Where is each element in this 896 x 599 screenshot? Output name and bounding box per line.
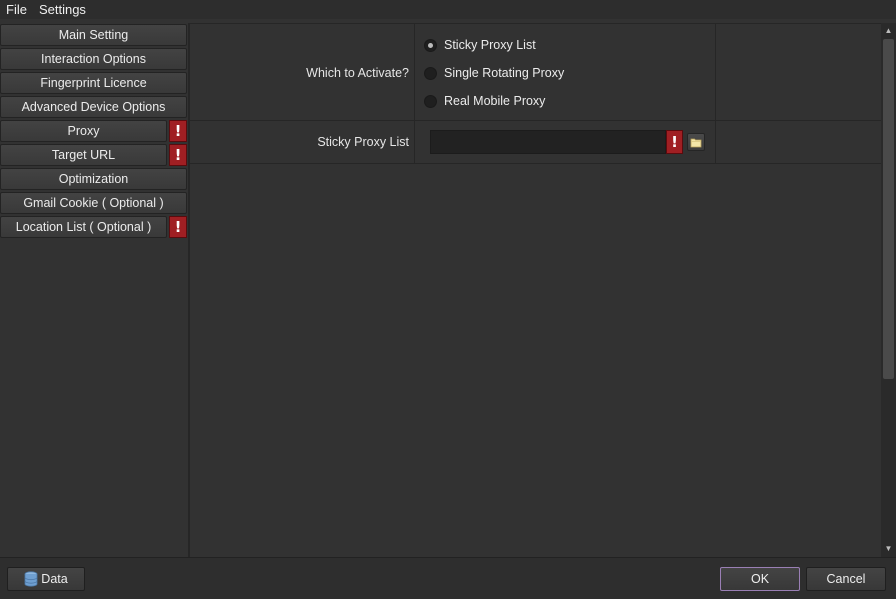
sidebar-item-proxy: Proxy ! xyxy=(0,120,188,143)
menu-bar: File Settings xyxy=(0,0,896,19)
grid-line xyxy=(190,163,881,164)
interaction-options-button[interactable]: Interaction Options xyxy=(0,48,187,70)
bottom-bar: Data OK Cancel xyxy=(0,557,896,599)
which-to-activate-label: Which to Activate? xyxy=(306,66,409,80)
radio-sticky-proxy-list[interactable]: Sticky Proxy List xyxy=(424,35,536,55)
advanced-device-options-button[interactable]: Advanced Device Options xyxy=(0,96,187,118)
radio-button[interactable] xyxy=(424,66,437,80)
cancel-button[interactable]: Cancel xyxy=(806,567,886,591)
sidebar-item-location-list: Location List ( Optional ) ! xyxy=(0,216,188,239)
target-url-button[interactable]: Target URL xyxy=(0,144,167,166)
sidebar-item-fingerprint-licence: Fingerprint Licence xyxy=(0,72,188,95)
grid-line xyxy=(190,120,881,121)
location-list-button[interactable]: Location List ( Optional ) xyxy=(0,216,167,238)
location-list-warning-icon: ! xyxy=(169,216,187,238)
menu-settings[interactable]: Settings xyxy=(33,1,92,19)
sidebar-item-optimization: Optimization xyxy=(0,168,188,191)
scroll-thumb[interactable] xyxy=(883,39,894,379)
folder-icon xyxy=(690,138,702,147)
scroll-up-arrow-icon[interactable]: ▲ xyxy=(881,24,896,37)
grid-line xyxy=(190,23,881,24)
ok-button[interactable]: OK xyxy=(720,567,800,591)
grid-line xyxy=(715,23,716,163)
gmail-cookie-button[interactable]: Gmail Cookie ( Optional ) xyxy=(0,192,187,214)
sidebar: Main Setting Interaction Options Fingerp… xyxy=(0,23,189,557)
sidebar-item-main-setting: Main Setting xyxy=(0,24,188,47)
sticky-proxy-list-input[interactable] xyxy=(430,130,666,154)
radio-label: Sticky Proxy List xyxy=(444,38,536,52)
main-setting-button[interactable]: Main Setting xyxy=(0,24,187,46)
sidebar-item-target-url: Target URL ! xyxy=(0,144,188,167)
sidebar-item-advanced-device-options: Advanced Device Options xyxy=(0,96,188,119)
proxy-button[interactable]: Proxy xyxy=(0,120,167,142)
vertical-scrollbar[interactable]: ▲ ▼ xyxy=(881,23,896,557)
data-button-label: Data xyxy=(41,572,68,586)
fingerprint-licence-button[interactable]: Fingerprint Licence xyxy=(0,72,187,94)
radio-label: Real Mobile Proxy xyxy=(444,94,546,108)
radio-button[interactable] xyxy=(424,94,437,108)
radio-button-checked[interactable] xyxy=(424,38,437,52)
sidebar-item-gmail-cookie: Gmail Cookie ( Optional ) xyxy=(0,192,188,215)
scroll-down-arrow-icon[interactable]: ▼ xyxy=(881,542,896,555)
database-icon xyxy=(24,571,38,587)
radio-single-rotating-proxy[interactable]: Single Rotating Proxy xyxy=(424,63,564,83)
radio-real-mobile-proxy[interactable]: Real Mobile Proxy xyxy=(424,91,545,111)
sticky-proxy-list-label: Sticky Proxy List xyxy=(317,135,409,149)
settings-panel: Which to Activate? Sticky Proxy List Sin… xyxy=(190,23,881,557)
proxy-warning-icon: ! xyxy=(169,120,187,142)
target-url-warning-icon: ! xyxy=(169,144,187,166)
grid-line xyxy=(414,23,415,163)
optimization-button[interactable]: Optimization xyxy=(0,168,187,190)
sidebar-item-interaction-options: Interaction Options xyxy=(0,48,188,71)
radio-label: Single Rotating Proxy xyxy=(444,66,565,80)
data-button[interactable]: Data xyxy=(7,567,85,591)
menu-file[interactable]: File xyxy=(0,1,33,19)
browse-folder-button[interactable] xyxy=(687,133,705,151)
sticky-proxy-warning-icon: ! xyxy=(666,130,683,154)
